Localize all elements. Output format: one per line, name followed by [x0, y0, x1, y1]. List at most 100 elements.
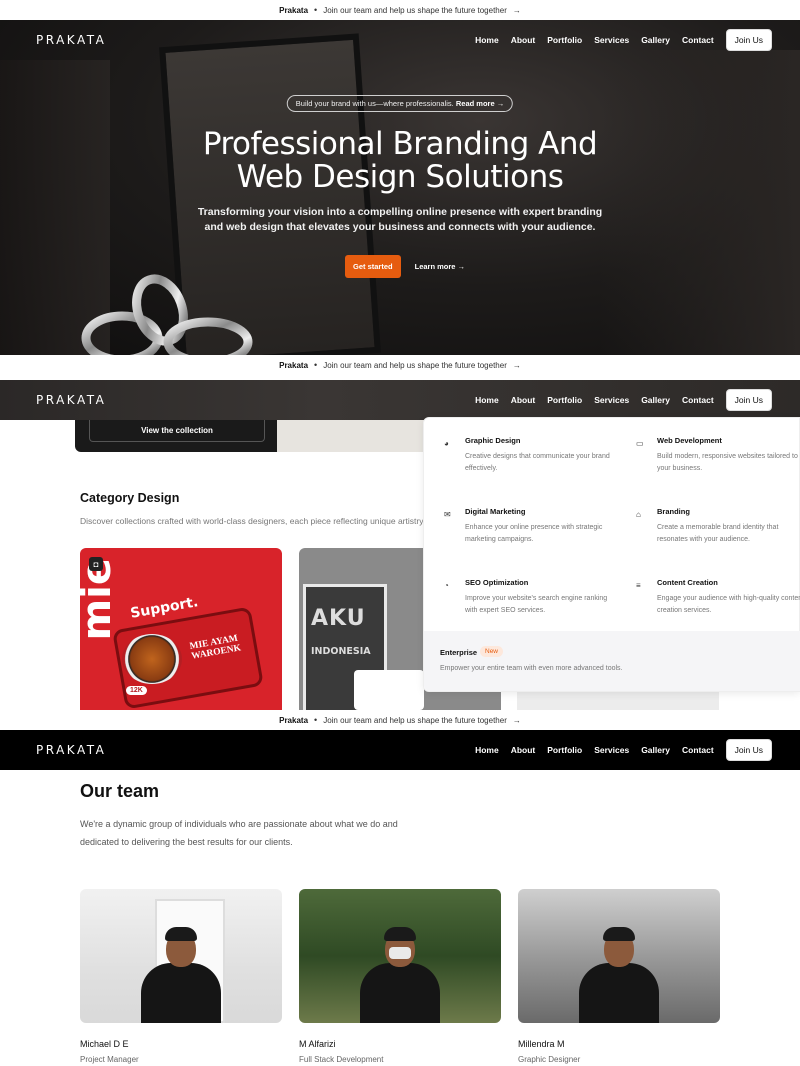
nav-link-portfolio[interactable]: Portfolio: [547, 745, 582, 755]
chrome-rings-image: [81, 274, 253, 355]
nav-link-home[interactable]: Home: [475, 745, 499, 755]
main-nav: PRAKATA Home About Portfolio Services Ga…: [0, 730, 800, 770]
nav-link-gallery[interactable]: Gallery: [641, 395, 670, 405]
nav-link-services[interactable]: Services: [594, 745, 629, 755]
monitor-icon: ▭: [636, 439, 644, 448]
nav-links: Home About Portfolio Services Gallery Co…: [475, 739, 772, 761]
team-member-photo: [518, 889, 720, 1023]
photo-person-hair: [603, 927, 635, 941]
nav-link-about[interactable]: About: [511, 395, 536, 405]
enterprise-desc: Empower your entire team with even more …: [440, 665, 623, 672]
mail-icon: ✉: [444, 510, 451, 519]
service-desc: Create a memorable brand identity that r…: [657, 524, 779, 543]
logo[interactable]: PRAKATA: [36, 33, 106, 47]
main-nav: PRAKATA Home About Portfolio Services Ga…: [0, 380, 800, 420]
services-dropdown: ◕ Graphic Design Creative designs that c…: [423, 417, 800, 692]
join-us-button[interactable]: Join Us: [725, 29, 772, 51]
nav-link-about[interactable]: About: [511, 745, 536, 755]
team-member-photo: [80, 889, 282, 1023]
noodle-bowl-image: [122, 634, 182, 684]
photo-person-hair: [165, 927, 197, 941]
team-section: Prakata • Join our team and help us shap…: [0, 710, 800, 1066]
announcement-separator: •: [314, 360, 318, 370]
nav-link-gallery[interactable]: Gallery: [641, 745, 670, 755]
palette-icon: ◕: [444, 439, 449, 448]
nav-link-contact[interactable]: Contact: [682, 35, 714, 45]
get-started-button[interactable]: Get started: [345, 255, 401, 278]
announcement-text: Join our team and help us shape the futu…: [323, 715, 507, 725]
nav-link-gallery[interactable]: Gallery: [641, 35, 670, 45]
new-badge: New: [480, 646, 504, 657]
photo-person-body: [360, 963, 440, 1023]
nav-link-portfolio[interactable]: Portfolio: [547, 395, 582, 405]
collection-image: [277, 420, 427, 452]
pie-icon: ◔: [444, 581, 449, 590]
service-title: Web Development: [657, 436, 722, 445]
hero-title: Professional Branding And Web Design Sol…: [0, 128, 800, 194]
enterprise-footer[interactable]: Enterprise New Empower your entire team …: [424, 631, 800, 691]
category-section: Prakata • Join our team and help us shap…: [0, 355, 800, 710]
announcement-bar[interactable]: Prakata • Join our team and help us shap…: [0, 710, 800, 730]
team-member-role: Graphic Designer: [518, 1055, 581, 1064]
pill-text: Build your brand with us—where professio…: [295, 99, 454, 108]
photo-person-hair: [384, 927, 416, 941]
service-title: Content Creation: [657, 578, 718, 587]
nav-link-home[interactable]: Home: [475, 395, 499, 405]
team-title: Our team: [80, 781, 160, 801]
join-us-button[interactable]: Join Us: [725, 739, 772, 761]
team-member-role: Project Manager: [80, 1055, 139, 1064]
team-member-photo: [299, 889, 501, 1023]
card-indonesia-text: INDONESIA: [311, 646, 371, 657]
nav-link-contact[interactable]: Contact: [682, 395, 714, 405]
hero-section: Prakata • Join our team and help us shap…: [0, 0, 800, 355]
announcement-brand: Prakata: [279, 5, 309, 15]
service-title: Digital Marketing: [465, 507, 526, 516]
team-member-card[interactable]: Millendra M Graphic Designer: [518, 889, 720, 1064]
pill-read-more-link[interactable]: Read more →: [456, 99, 504, 108]
hero-subtitle: Transforming your vision into a compelli…: [197, 206, 603, 233]
store-icon: ⌂: [636, 510, 641, 519]
content-icon: ≡: [636, 581, 641, 590]
nav-links: Home About Portfolio Services Gallery Co…: [475, 389, 772, 411]
hero-banner: PRAKATA Home About Portfolio Services Ga…: [0, 20, 800, 355]
team-description: We're a dynamic group of individuals who…: [80, 819, 398, 847]
announcement-bar[interactable]: Prakata • Join our team and help us shap…: [0, 355, 800, 375]
service-desc: Improve your website's search engine ran…: [465, 595, 608, 614]
enterprise-title: Enterprise: [440, 648, 478, 657]
nav-link-services[interactable]: Services: [594, 35, 629, 45]
arrow-right-icon: →: [512, 360, 521, 370]
team-member-card[interactable]: Michael D E Project Manager: [80, 889, 282, 1064]
photo-person-body: [579, 963, 659, 1023]
category-card-mie-ayam[interactable]: mie ◘ Support. MIE AYAM WAROENK 12K: [80, 548, 282, 710]
view-collection-button[interactable]: View the collection: [89, 420, 265, 442]
nav-link-home[interactable]: Home: [475, 35, 499, 45]
arrow-right-icon: →: [512, 5, 521, 15]
service-desc: Build modern, responsive websites tailor…: [657, 453, 798, 472]
announcement-brand: Prakata: [279, 715, 309, 725]
nav-link-contact[interactable]: Contact: [682, 745, 714, 755]
service-title: Graphic Design: [465, 436, 521, 445]
page: Prakata • Join our team and help us shap…: [0, 0, 800, 1066]
nav-link-portfolio[interactable]: Portfolio: [547, 35, 582, 45]
photo-person-mask: [389, 947, 411, 959]
team-member-name: M Alfarizi: [299, 1039, 336, 1049]
nav-link-about[interactable]: About: [511, 35, 536, 45]
team-member-card[interactable]: M Alfarizi Full Stack Development: [299, 889, 501, 1064]
announcement-separator: •: [314, 5, 318, 15]
category-description: Discover collections crafted with world-…: [80, 516, 431, 526]
nav-link-services[interactable]: Services: [594, 395, 629, 405]
nav-links: Home About Portfolio Services Gallery Co…: [475, 29, 772, 51]
announcement-separator: •: [314, 715, 318, 725]
announcement-text: Join our team and help us shape the futu…: [323, 5, 507, 15]
announcement-pill[interactable]: Build your brand with us—where professio…: [286, 95, 514, 112]
learn-more-link[interactable]: Learn more →: [415, 262, 465, 271]
hero-cta-group: Get started Learn more →: [345, 255, 465, 278]
logo[interactable]: PRAKATA: [36, 743, 106, 757]
announcement-text: Join our team and help us shape the futu…: [323, 360, 507, 370]
announcement-bar[interactable]: Prakata • Join our team and help us shap…: [0, 0, 800, 20]
announcement-brand: Prakata: [279, 360, 309, 370]
logo[interactable]: PRAKATA: [36, 393, 106, 407]
hero-title-line1: Professional Branding And: [202, 126, 598, 162]
service-desc: Creative designs that communicate your b…: [465, 453, 610, 472]
join-us-button[interactable]: Join Us: [725, 389, 772, 411]
